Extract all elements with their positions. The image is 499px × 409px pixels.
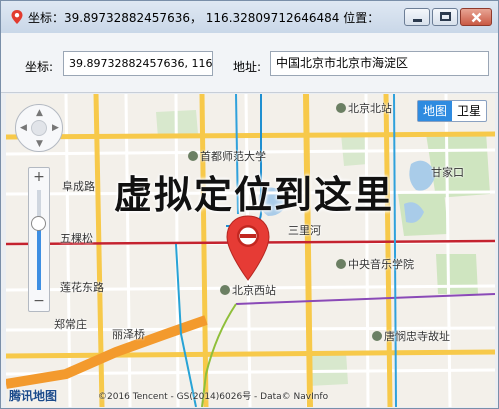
location-pin-icon: [11, 10, 23, 24]
train-station-icon: [220, 285, 230, 295]
zoom-out-button[interactable]: −: [29, 293, 49, 311]
minimize-button[interactable]: [404, 8, 430, 26]
train-station-icon: [336, 103, 346, 113]
map-type-option-map[interactable]: 地图: [417, 101, 452, 121]
pan-left-icon[interactable]: ◀: [20, 124, 27, 133]
zoom-in-button[interactable]: +: [29, 168, 49, 186]
poi-beijing-west-station[interactable]: 北京西站: [220, 282, 276, 298]
zoom-control[interactable]: + −: [28, 167, 50, 312]
map-type-option-satellite[interactable]: 卫星: [452, 101, 486, 121]
poi-central-conservatory[interactable]: 中央音乐学院: [336, 256, 414, 272]
poi-beijing-north-station[interactable]: 北京北站: [336, 100, 392, 116]
school-icon: [336, 259, 346, 269]
poi-zhengchangzhuang: 郑常庄: [54, 318, 87, 331]
school-icon: [188, 151, 198, 161]
pan-right-icon[interactable]: ▶: [52, 124, 59, 133]
zoom-slider-handle[interactable]: [31, 216, 46, 231]
maximize-icon: [440, 12, 451, 21]
minimize-icon: [413, 19, 422, 22]
poi-lianhua-east-rd: 莲花东路: [60, 281, 104, 294]
address-label: 地址:: [233, 60, 262, 74]
title-bar[interactable]: 坐标：39.89732882457636， 116.32809712646484…: [1, 1, 498, 33]
pan-down-icon[interactable]: ▼: [36, 140, 43, 149]
poi-liziqiao: 丽泽桥: [112, 328, 145, 341]
map-copyright: ©2016 Tencent - GS(2014)6026号 - Data© Na…: [98, 392, 329, 402]
address-field[interactable]: 中国北京市北京市海淀区: [270, 51, 489, 76]
window-title: 坐标：39.89732882457636， 116.32809712646484…: [28, 11, 378, 25]
app-window: 坐标：39.89732882457636， 116.32809712646484…: [0, 0, 499, 409]
map-view[interactable]: 北京北站 首都师范大学 甘家口 三里河 五棵松 阜成路 中央音乐学院 莲花东路 …: [6, 94, 495, 407]
tencent-map-logo: 腾讯地图: [9, 389, 58, 403]
poi-sanlihe: 三里河: [288, 224, 321, 237]
map-type-switch[interactable]: 地图 卫星: [416, 100, 487, 122]
landmark-icon: [372, 331, 382, 341]
pan-up-icon[interactable]: ▲: [36, 109, 43, 118]
coord-label: 坐标:: [25, 60, 54, 74]
poi-fucheng-rd: 阜成路: [62, 180, 95, 193]
close-icon: [471, 12, 482, 23]
close-button[interactable]: [460, 8, 492, 26]
maximize-button[interactable]: [432, 8, 458, 26]
zoom-level-fill: [37, 224, 41, 290]
virtual-location-caption: 虚拟定位到这里: [114, 173, 395, 217]
poi-tangminzhong-temple[interactable]: 唐悯忠寺故址: [372, 328, 450, 344]
location-marker-icon[interactable]: [224, 214, 272, 282]
poi-ganjiakou: 甘家口: [431, 166, 464, 179]
pan-control[interactable]: ▲ ▼ ◀ ▶: [15, 104, 63, 152]
coord-field[interactable]: 39.89732882457636, 116.3: [63, 51, 213, 76]
poi-wukesong: 五棵松: [60, 232, 93, 245]
location-form: 坐标: 39.89732882457636, 116.3 地址: 中国北京市北京…: [1, 33, 498, 93]
poi-capital-normal-univ[interactable]: 首都师范大学: [188, 148, 266, 164]
pan-center-knob[interactable]: [31, 120, 47, 136]
